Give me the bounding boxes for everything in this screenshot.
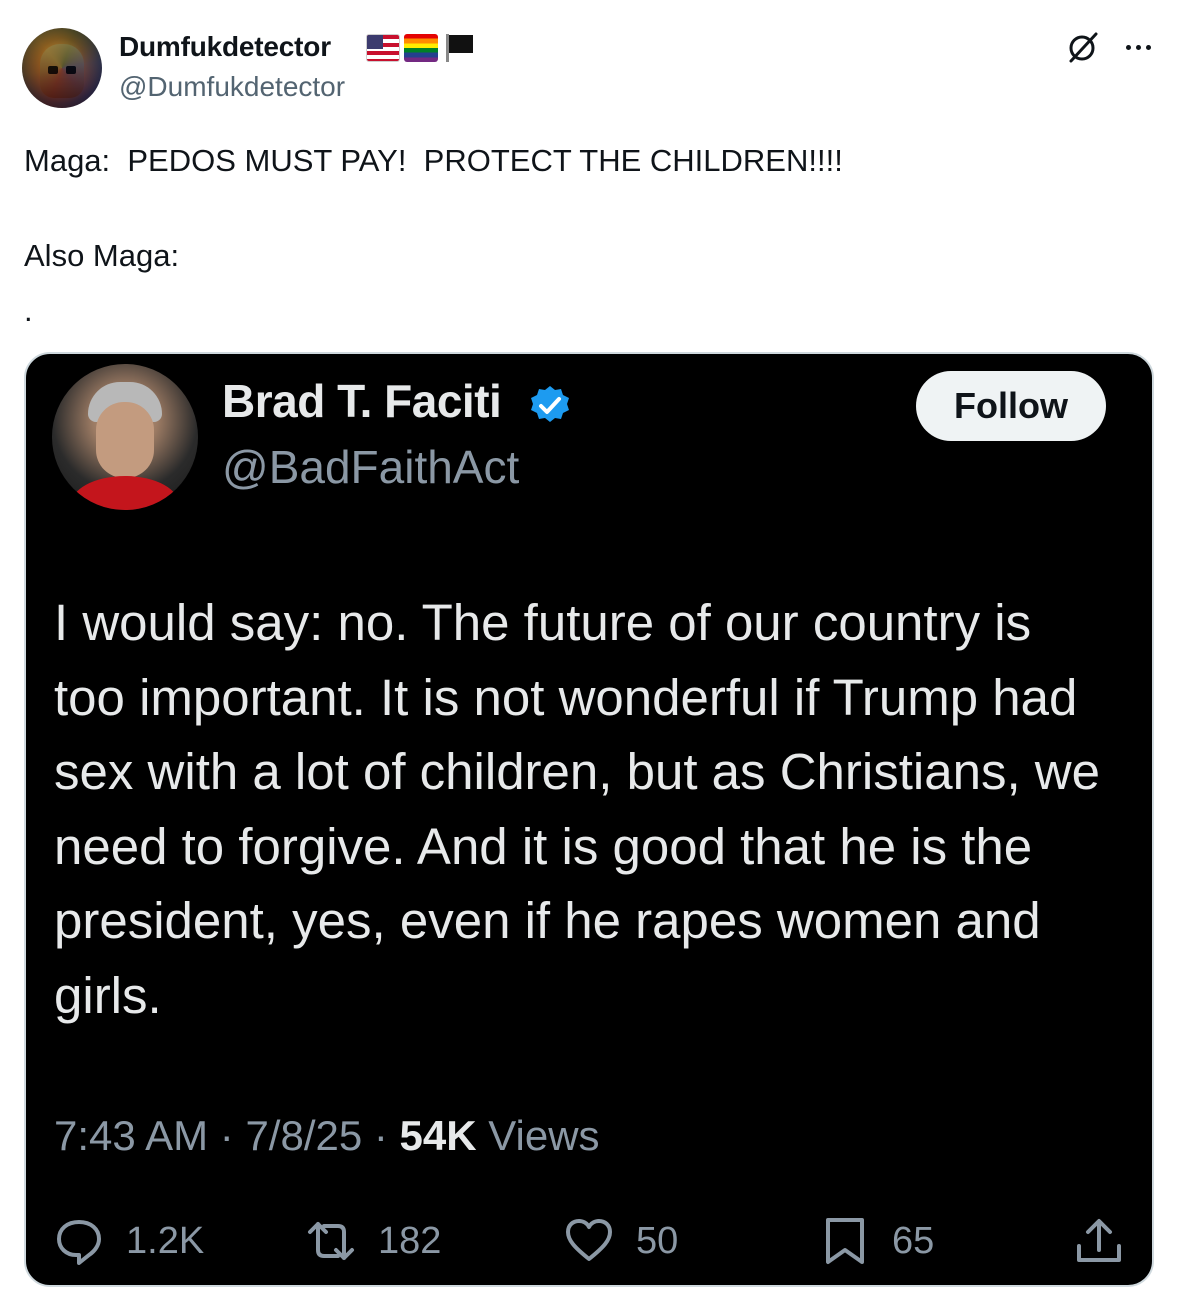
embedded-post-image[interactable]: Brad T. Faciti @BadFaithAct Follow I wou… (24, 352, 1154, 1287)
action-bar: 1.2K 182 50 65 (54, 1216, 1134, 1272)
verified-badge-icon (531, 386, 569, 422)
more-options-icon[interactable] (1118, 30, 1158, 64)
views-label: Views (488, 1112, 600, 1159)
post-text-line-1: Maga: PEDOS MUST PAY! PROTECT THE CHILDR… (24, 143, 843, 178)
like-action: 50 (564, 1216, 678, 1266)
reply-count: 1.2K (126, 1219, 205, 1262)
post-text-line-2: Also Maga: (24, 238, 180, 273)
post-time: 7:43 AM (54, 1112, 209, 1159)
post-date: 7/8/25 (245, 1112, 363, 1159)
bookmark-icon (826, 1218, 864, 1264)
post-text-line-3: . (24, 293, 33, 328)
share-action (1074, 1216, 1124, 1266)
follow-button: Follow (916, 371, 1106, 441)
author-handle[interactable]: @Dumfukdetector (119, 71, 345, 103)
quoted-post-text: I would say: no. The future of our count… (54, 594, 1100, 1024)
repost-action: 182 (306, 1216, 441, 1266)
repost-count: 182 (378, 1219, 442, 1262)
us-flag-icon (366, 34, 400, 62)
bookmark-action: 65 (820, 1216, 934, 1266)
quoted-handle: @BadFaithAct (222, 441, 520, 493)
grok-icon[interactable] (1066, 30, 1100, 64)
rainbow-flag-icon (404, 34, 438, 62)
avatar-tint (22, 28, 102, 108)
heart-icon (566, 1219, 612, 1261)
author-display-name[interactable]: Dumfukdetector (119, 31, 331, 63)
bookmark-count: 65 (892, 1219, 935, 1262)
reply-action: 1.2K (54, 1216, 204, 1266)
quoted-display-name: Brad T. Faciti (222, 375, 502, 427)
black-flag-icon (442, 34, 476, 62)
share-icon (1077, 1219, 1121, 1262)
author-badges (366, 34, 476, 62)
quoted-post-meta: 7:43 AM · 7/8/25 · 54K Views (54, 1112, 600, 1159)
reply-icon (57, 1220, 101, 1265)
quoted-author-avatar (52, 364, 198, 510)
repost-icon (308, 1222, 354, 1260)
author-avatar[interactable] (22, 28, 102, 108)
like-count: 50 (636, 1219, 679, 1262)
views-count: 54K (399, 1112, 477, 1159)
